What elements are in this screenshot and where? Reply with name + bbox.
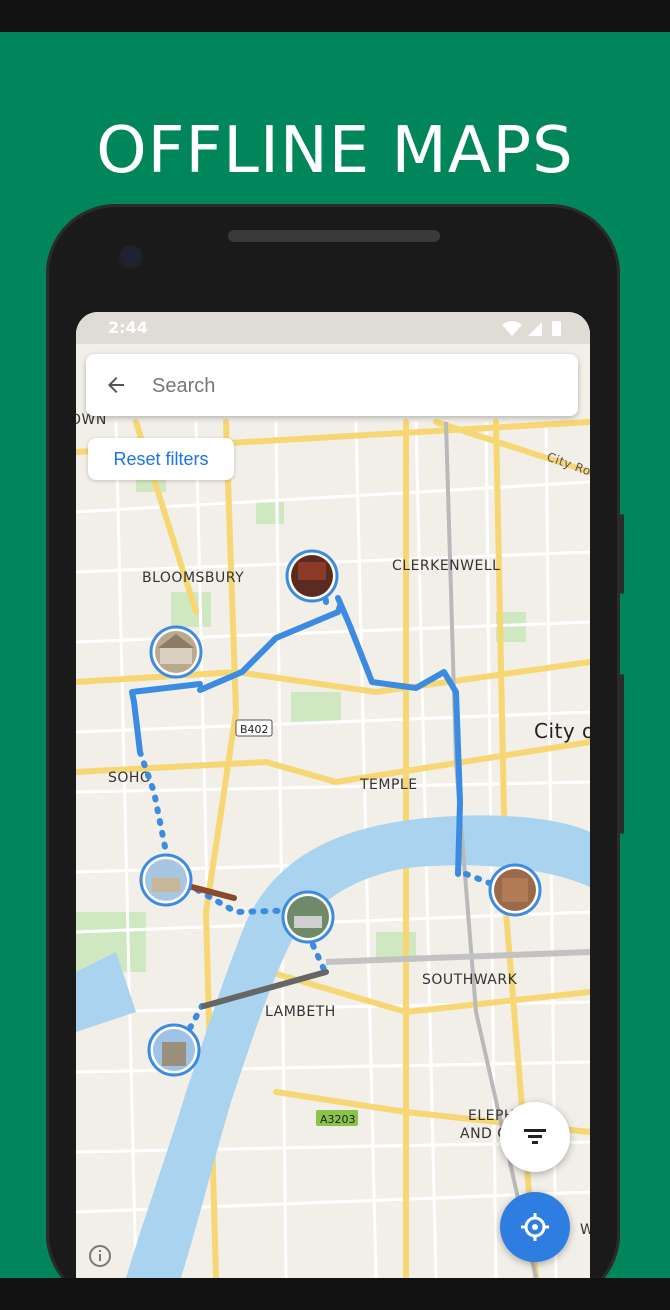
filter-button[interactable] <box>500 1102 570 1172</box>
road-badge-b402: B402 <box>235 719 273 737</box>
svg-text:B402: B402 <box>240 723 269 736</box>
label-w-partial: W <box>580 1222 590 1238</box>
label-bloomsbury: BLOOMSBURY <box>142 570 244 586</box>
poi-marker-trafalgar[interactable] <box>139 853 193 907</box>
signal-icon <box>528 322 542 336</box>
svg-text:A3203: A3203 <box>320 1113 356 1126</box>
label-temple: TEMPLE <box>359 777 418 793</box>
label-city: City o <box>534 719 590 743</box>
label-clerkenwell: CLERKENWELL <box>392 558 500 574</box>
info-icon[interactable] <box>88 1244 112 1268</box>
wifi-icon <box>502 321 522 336</box>
poi-marker-tate-modern[interactable] <box>488 863 542 917</box>
my-location-button[interactable] <box>500 1192 570 1262</box>
phone-camera <box>122 248 140 266</box>
status-bar: 2:44 <box>76 312 590 344</box>
phone-volume-button <box>620 674 624 834</box>
phone-screen: BLOOMSBURY CLERKENWELL SOHO TEMPLE SOUTH… <box>76 312 590 1278</box>
road-badge-a3203: A3203 <box>316 1110 358 1126</box>
status-icons <box>498 319 568 341</box>
my-location-icon <box>521 1213 549 1241</box>
poi-marker-westminster-abbey[interactable] <box>147 1023 201 1077</box>
phone-frame: BLOOMSBURY CLERKENWELL SOHO TEMPLE SOUTH… <box>46 204 624 1304</box>
poi-marker-south-bank[interactable] <box>281 890 335 944</box>
promo-title: OFFLINE MAPS <box>96 114 574 188</box>
top-system-bar <box>0 0 670 32</box>
search-bar[interactable] <box>86 354 578 416</box>
back-arrow-icon[interactable] <box>104 373 128 397</box>
phone-speaker <box>228 230 440 242</box>
poi-marker-british-museum[interactable] <box>149 625 203 679</box>
status-time: 2:44 <box>108 318 148 337</box>
label-southwark: SOUTHWARK <box>422 972 518 988</box>
search-input[interactable] <box>150 366 554 406</box>
phone-side-button <box>620 514 624 594</box>
label-soho: SOHO <box>108 770 151 786</box>
bottom-system-bar <box>0 1278 670 1310</box>
filter-icon <box>524 1129 546 1144</box>
battery-icon <box>552 321 561 336</box>
reset-filters-button[interactable]: Reset filters <box>88 438 234 480</box>
poi-marker-restaurant[interactable] <box>285 549 339 603</box>
label-lambeth: LAMBETH <box>265 1004 336 1020</box>
